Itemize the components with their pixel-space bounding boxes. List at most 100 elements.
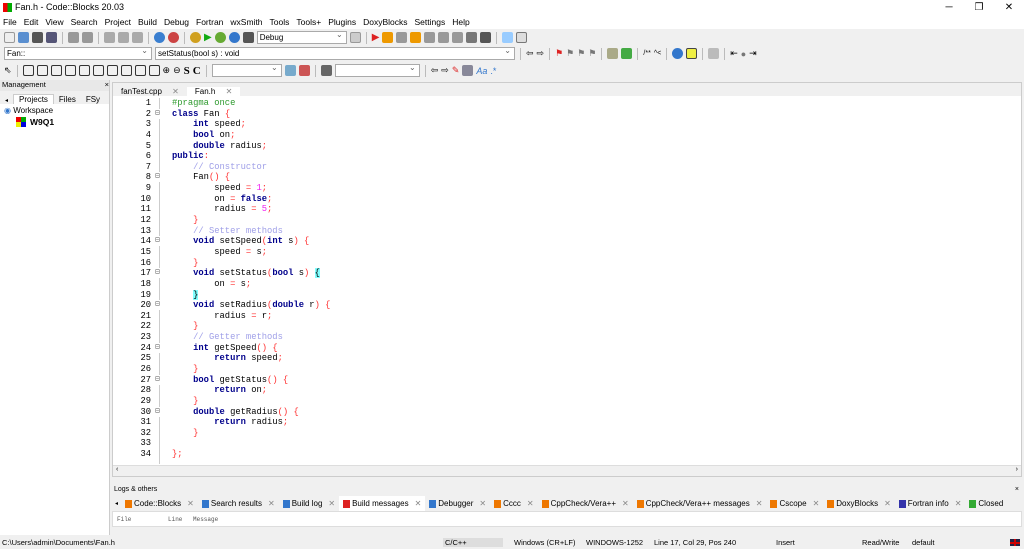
- debug-windows-icon[interactable]: [502, 32, 514, 43]
- code-line[interactable]: }: [172, 396, 198, 407]
- copy-icon[interactable]: [118, 32, 129, 43]
- bookmark-prev-icon[interactable]: ⚑: [566, 48, 574, 59]
- info-icon[interactable]: [516, 32, 528, 43]
- paste-icon[interactable]: [132, 32, 143, 43]
- build-run-icon[interactable]: [214, 32, 226, 43]
- code-line[interactable]: }: [172, 215, 198, 226]
- align2-icon[interactable]: [92, 65, 104, 76]
- next-icon[interactable]: ⇨: [441, 65, 449, 76]
- redo-icon[interactable]: [82, 32, 93, 43]
- open-icon[interactable]: [18, 32, 29, 43]
- search-combo[interactable]: [211, 62, 282, 77]
- menu-tools[interactable]: Tools+: [296, 17, 321, 27]
- align3-icon[interactable]: [106, 65, 118, 76]
- code-editor[interactable]: 1 #pragma once 2 ⊟ class Fan {3 int speed; 4 …: [113, 98, 1021, 464]
- align-icon[interactable]: [78, 65, 90, 76]
- block-comment-icon[interactable]: /**: [643, 50, 650, 57]
- code-line[interactable]: public:: [172, 151, 209, 162]
- zoom-in-icon[interactable]: ⊕: [163, 65, 171, 76]
- widget-icon[interactable]: [22, 65, 34, 76]
- code-line[interactable]: Fan() {: [172, 172, 230, 183]
- code-line[interactable]: // Getter methods: [172, 332, 283, 343]
- build-target-select[interactable]: Debug: [256, 29, 347, 44]
- code-line[interactable]: }: [172, 428, 198, 439]
- menu-search[interactable]: Search: [71, 17, 98, 27]
- logs-tab-code-blocks[interactable]: Code::Blocks ✕: [121, 499, 198, 508]
- logs-tab-build-log[interactable]: Build log ✕: [279, 499, 339, 508]
- fold-icon[interactable]: ⊟: [155, 300, 160, 311]
- column-file[interactable]: File: [113, 516, 168, 523]
- code-line[interactable]: radius = r;: [172, 311, 272, 322]
- menu-fortran[interactable]: Fortran: [196, 17, 223, 27]
- build-icon[interactable]: [190, 32, 201, 43]
- highlight-icon[interactable]: ✎: [452, 65, 460, 76]
- debug-icon[interactable]: ▶: [372, 32, 380, 43]
- code-line[interactable]: void setStatus(bool s) {: [172, 268, 320, 279]
- selection-icon[interactable]: [462, 65, 474, 76]
- border3-icon[interactable]: [148, 65, 160, 76]
- sizer-icon[interactable]: [36, 65, 48, 76]
- regex-icon[interactable]: .*: [490, 66, 496, 76]
- logs-close-icon[interactable]: ×: [1015, 486, 1019, 496]
- close-tab-icon[interactable]: ✕: [756, 499, 763, 508]
- code-line[interactable]: double radius;: [172, 141, 267, 152]
- code-line[interactable]: int getSpeed() {: [172, 343, 277, 354]
- html-docs-icon[interactable]: [672, 48, 684, 59]
- logs-scroll-left-icon[interactable]: ◂: [112, 500, 121, 507]
- fold-icon[interactable]: ⊟: [155, 374, 160, 385]
- code-line[interactable]: speed = 1;: [172, 183, 267, 194]
- close-tab-icon[interactable]: ✕: [479, 499, 486, 508]
- new-file-icon[interactable]: [4, 32, 15, 43]
- menu-settings[interactable]: Settings: [415, 17, 446, 27]
- code-line[interactable]: };: [172, 449, 183, 460]
- logs-tab-debugger[interactable]: Debugger ✕: [425, 499, 490, 508]
- undo-icon[interactable]: [68, 32, 79, 43]
- code-line[interactable]: }: [172, 364, 198, 375]
- code-line[interactable]: // Constructor: [172, 162, 267, 173]
- run-to-cursor-icon[interactable]: [382, 32, 394, 43]
- fold-icon[interactable]: ⊟: [155, 236, 160, 247]
- code-line[interactable]: class Fan {: [172, 109, 230, 120]
- close-tab-icon[interactable]: ✕: [222, 87, 237, 96]
- border-icon[interactable]: [120, 65, 132, 76]
- logs-tab-closed[interactable]: Closed: [965, 499, 1007, 508]
- doxy-wizard-icon[interactable]: [607, 48, 619, 59]
- next-instruction-icon[interactable]: [438, 32, 450, 43]
- doxy-prefs-icon[interactable]: [708, 48, 720, 59]
- run-icon[interactable]: ▶: [204, 32, 212, 43]
- doxy-extract-icon[interactable]: [621, 48, 633, 59]
- code-line[interactable]: }: [172, 258, 198, 269]
- border2-icon[interactable]: [134, 65, 146, 76]
- menu-wxsmith[interactable]: wxSmith: [230, 17, 262, 27]
- fold-icon[interactable]: ⊟: [155, 342, 160, 353]
- layout-icon[interactable]: [64, 65, 76, 76]
- code-line[interactable]: on = false;: [172, 194, 272, 205]
- logs-tab-cccc[interactable]: Cccc ✕: [490, 499, 537, 508]
- cut-icon[interactable]: [104, 32, 115, 43]
- code-line[interactable]: return on;: [172, 385, 267, 396]
- close-tab-icon[interactable]: ✕: [187, 499, 194, 508]
- code-line[interactable]: void setSpeed(int s) {: [172, 236, 309, 247]
- save-all-icon[interactable]: [46, 32, 57, 43]
- line-comment-icon[interactable]: ^<: [654, 50, 661, 57]
- management-close-icon[interactable]: ×: [105, 80, 109, 91]
- target-options-icon[interactable]: [349, 32, 361, 43]
- code-line[interactable]: return speed;: [172, 353, 283, 364]
- close-tab-icon[interactable]: ✕: [168, 87, 183, 96]
- tab-scroll-left-icon[interactable]: ◂: [0, 97, 13, 104]
- code-line[interactable]: speed = s;: [172, 247, 267, 258]
- project-item[interactable]: W9Q1: [0, 117, 109, 127]
- logs-tab-build-messages[interactable]: Build messages ✕: [339, 496, 426, 511]
- code-line[interactable]: // Setter methods: [172, 226, 283, 237]
- close-button[interactable]: ✕: [994, 2, 1024, 13]
- logs-tab-cppcheck-vera-messages[interactable]: CppCheck/Vera++ messages ✕: [633, 499, 767, 508]
- stop-debug-icon[interactable]: [480, 32, 492, 43]
- tab-fan-h[interactable]: Fan.h ✕: [186, 87, 241, 96]
- fold-icon[interactable]: ⊟: [155, 172, 160, 183]
- menu-plugins[interactable]: Plugins: [328, 17, 356, 27]
- logs-tab-search-results[interactable]: Search results ✕: [198, 499, 279, 508]
- code-line[interactable]: return radius;: [172, 417, 288, 428]
- code-line[interactable]: bool getStatus() {: [172, 375, 288, 386]
- jump-back-icon[interactable]: ⇤: [730, 48, 738, 59]
- menu-help[interactable]: Help: [452, 17, 469, 27]
